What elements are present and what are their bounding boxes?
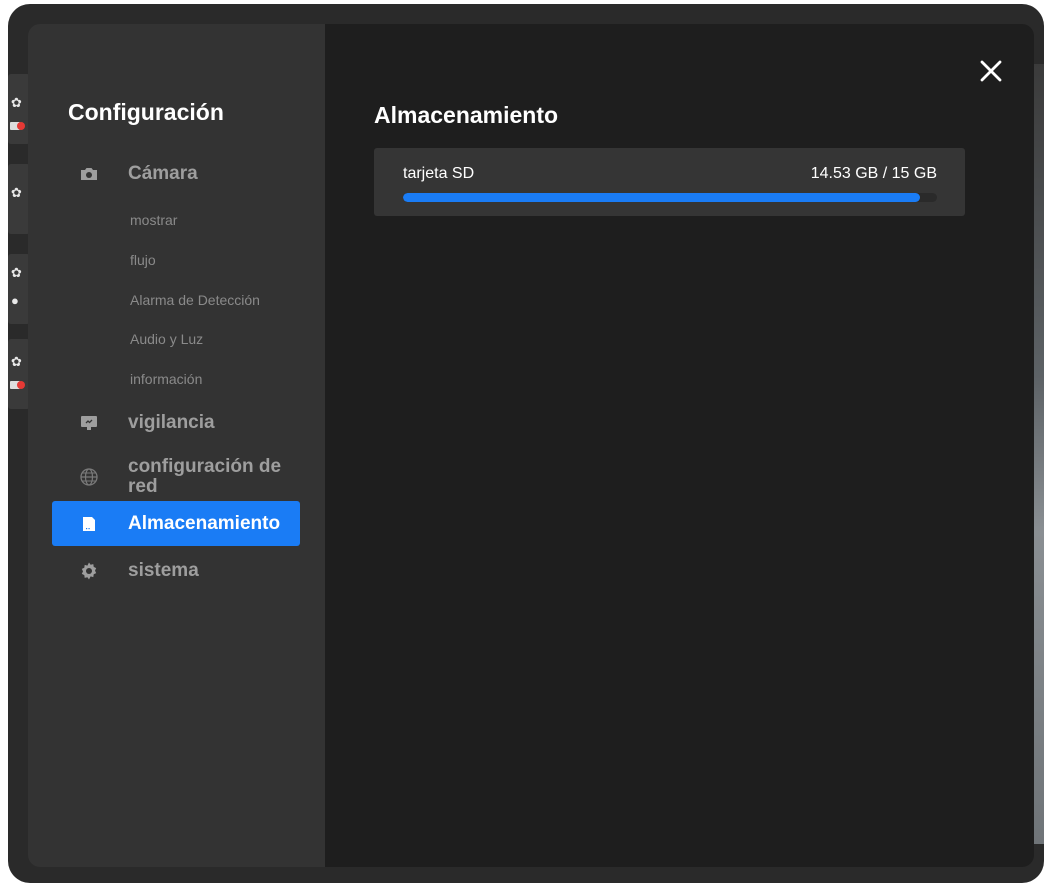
light-icon: ● <box>11 293 19 308</box>
gear-icon: ✿ <box>11 354 22 369</box>
sidebar-item-storage[interactable]: Almacenamiento <box>52 501 300 546</box>
sidebar-item-surveillance[interactable]: vigilancia <box>52 408 300 438</box>
background-camera-card: ✿ ● <box>8 254 30 324</box>
sidebar-item-camera[interactable]: Cámara <box>52 160 300 188</box>
sidebar-subitem-audio-light[interactable]: Audio y Luz <box>130 331 203 347</box>
sidebar-item-network[interactable]: configuración de red <box>52 452 300 502</box>
record-icon <box>10 381 25 389</box>
camera-icon <box>76 166 102 182</box>
background-camera-list: ✿ ✿ ✿ ● ✿ <box>8 74 30 414</box>
sidebar-subitem-flujo[interactable]: flujo <box>130 252 156 268</box>
page-title: Almacenamiento <box>374 102 559 128</box>
storage-progress-bar <box>403 193 937 202</box>
sidebar-item-label: Almacenamiento <box>128 512 281 534</box>
sidebar-item-label: vigilancia <box>128 412 215 433</box>
background-camera-card: ✿ <box>8 164 30 234</box>
settings-content: Almacenamiento tarjeta SD 14.53 GB / 15 … <box>325 24 1034 867</box>
sidebar-item-system[interactable]: sistema <box>52 556 300 586</box>
gear-icon <box>76 561 102 581</box>
sd-card-icon <box>76 514 102 534</box>
sidebar-subitem-info[interactable]: información <box>130 371 202 387</box>
sidebar-item-label: configuración de red <box>128 456 282 497</box>
record-icon <box>10 122 25 130</box>
sidebar-item-label: sistema <box>128 560 199 581</box>
background-camera-card: ✿ <box>8 74 30 144</box>
gear-icon: ✿ <box>11 95 22 110</box>
sidebar-subitem-alarm[interactable]: Alarma de Detección <box>130 292 260 308</box>
settings-dialog: Configuración Cámara mostrar flujo Alarm… <box>28 24 1034 867</box>
background-camera-card: ✿ <box>8 339 30 409</box>
close-icon[interactable] <box>978 58 1004 84</box>
sidebar-title: Configuración <box>68 99 224 125</box>
settings-sidebar: Configuración Cámara mostrar flujo Alarm… <box>28 24 325 867</box>
storage-progress-fill <box>403 193 921 202</box>
monitor-icon <box>76 414 102 432</box>
storage-name: tarjeta SD <box>403 165 475 182</box>
globe-icon <box>76 467 102 487</box>
sidebar-item-label: Cámara <box>128 163 198 184</box>
storage-usage: 14.53 GB / 15 GB <box>810 165 937 182</box>
gear-icon: ✿ <box>11 185 22 200</box>
sidebar-subitem-mostrar[interactable]: mostrar <box>130 212 177 228</box>
gear-icon: ✿ <box>11 265 22 280</box>
storage-card: tarjeta SD 14.53 GB / 15 GB <box>374 148 965 216</box>
